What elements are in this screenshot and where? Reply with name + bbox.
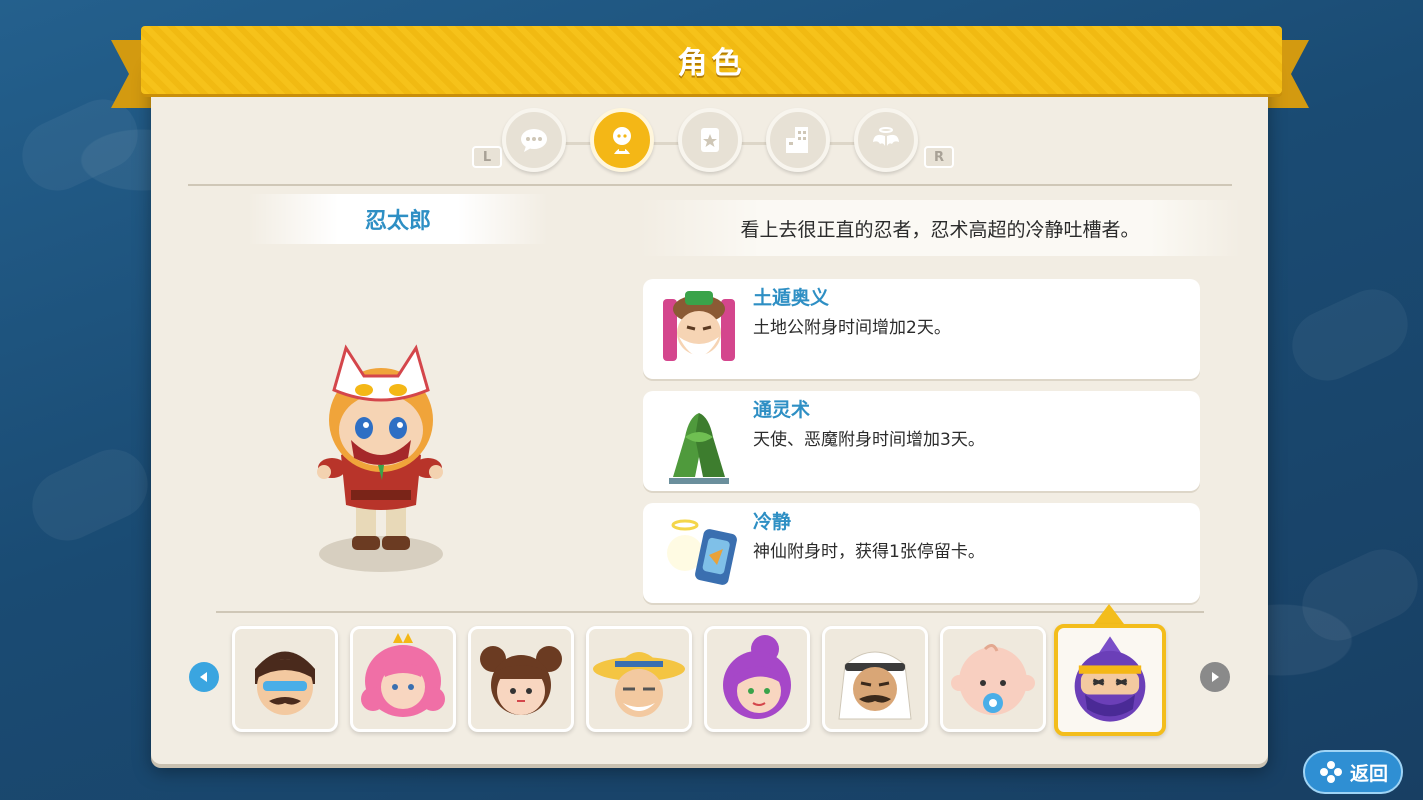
skill-description: 天使、恶魔附身时间增加3天。 — [753, 430, 985, 450]
roster-character[interactable] — [940, 626, 1046, 732]
arab-man-portrait — [838, 651, 912, 720]
skill-name: 冷静 — [753, 511, 792, 533]
pink-princess-portrait — [361, 633, 445, 717]
card-icon — [701, 128, 719, 152]
skill-description: 土地公附身时间增加2天。 — [753, 318, 951, 338]
stay-card-icon — [667, 519, 737, 585]
tab-bar: L R — [470, 106, 954, 176]
skill-name: 通灵术 — [753, 399, 811, 421]
roster-prev-button[interactable] — [189, 662, 219, 692]
purple-hair-lady-portrait — [723, 635, 791, 719]
controller-button-icon — [1319, 761, 1342, 783]
chevron-left-icon — [200, 672, 207, 682]
divider — [188, 184, 1232, 186]
bg-decoration — [20, 437, 160, 553]
divider — [216, 611, 1204, 613]
hand-seal-icon — [669, 413, 729, 484]
tab-buildings[interactable] — [766, 108, 830, 172]
roster-character[interactable] — [350, 626, 456, 732]
skill-card: 土遁奥义 土地公附身时间增加2天。 — [643, 279, 1200, 379]
skill-description: 神仙附身时，获得1张停留卡。 — [753, 542, 985, 562]
tab-deities[interactable] — [854, 108, 918, 172]
tab-character[interactable] — [590, 108, 654, 172]
chevron-right-icon — [1212, 672, 1219, 682]
straw-hat-grandpa-portrait — [593, 652, 685, 717]
character-icon — [613, 127, 631, 154]
roster-character[interactable] — [586, 626, 692, 732]
character-name-banner: 忍太郎 — [248, 194, 548, 244]
shoulder-button-left[interactable]: L — [472, 146, 502, 168]
pacifier-baby-portrait — [951, 644, 1035, 715]
bg-decoration — [1280, 277, 1420, 393]
earth-god-icon — [663, 291, 735, 361]
mustache-sunglasses-man-portrait — [255, 651, 315, 715]
tab-chat[interactable] — [502, 108, 566, 172]
roster-character[interactable] — [232, 626, 338, 732]
roster-next-button[interactable] — [1200, 662, 1230, 692]
building-icon — [786, 127, 808, 153]
angel-wings-icon — [873, 127, 899, 146]
back-button[interactable]: 返回 — [1303, 750, 1403, 794]
shoulder-button-right[interactable]: R — [924, 146, 954, 168]
ninja-portrait — [1074, 636, 1146, 722]
character-description-banner: 看上去很正直的忍者，忍术高超的冷静吐槽者。 — [640, 200, 1240, 256]
back-button-label: 返回 — [1349, 762, 1388, 785]
skill-card: 通灵术 天使、恶魔附身时间增加3天。 — [643, 391, 1200, 491]
roster-character[interactable] — [822, 626, 928, 732]
page-title: 角色 — [677, 46, 746, 81]
character-model — [317, 344, 443, 572]
bun-hair-girl-portrait — [480, 646, 562, 715]
bg-decoration — [1290, 537, 1423, 653]
roster-character-selected[interactable] — [1054, 624, 1166, 736]
character-name: 忍太郎 — [364, 209, 431, 234]
character-description: 看上去很正直的忍者，忍术高超的冷静吐槽者。 — [740, 218, 1140, 241]
roster-character[interactable] — [468, 626, 574, 732]
skill-card: 冷静 神仙附身时，获得1张停留卡。 — [643, 503, 1200, 603]
roster-character[interactable] — [704, 626, 810, 732]
skill-name: 土遁奥义 — [753, 287, 830, 309]
speech-bubble-icon — [521, 129, 547, 152]
title-ribbon: 角色 — [141, 26, 1282, 94]
tab-cards[interactable] — [678, 108, 742, 172]
